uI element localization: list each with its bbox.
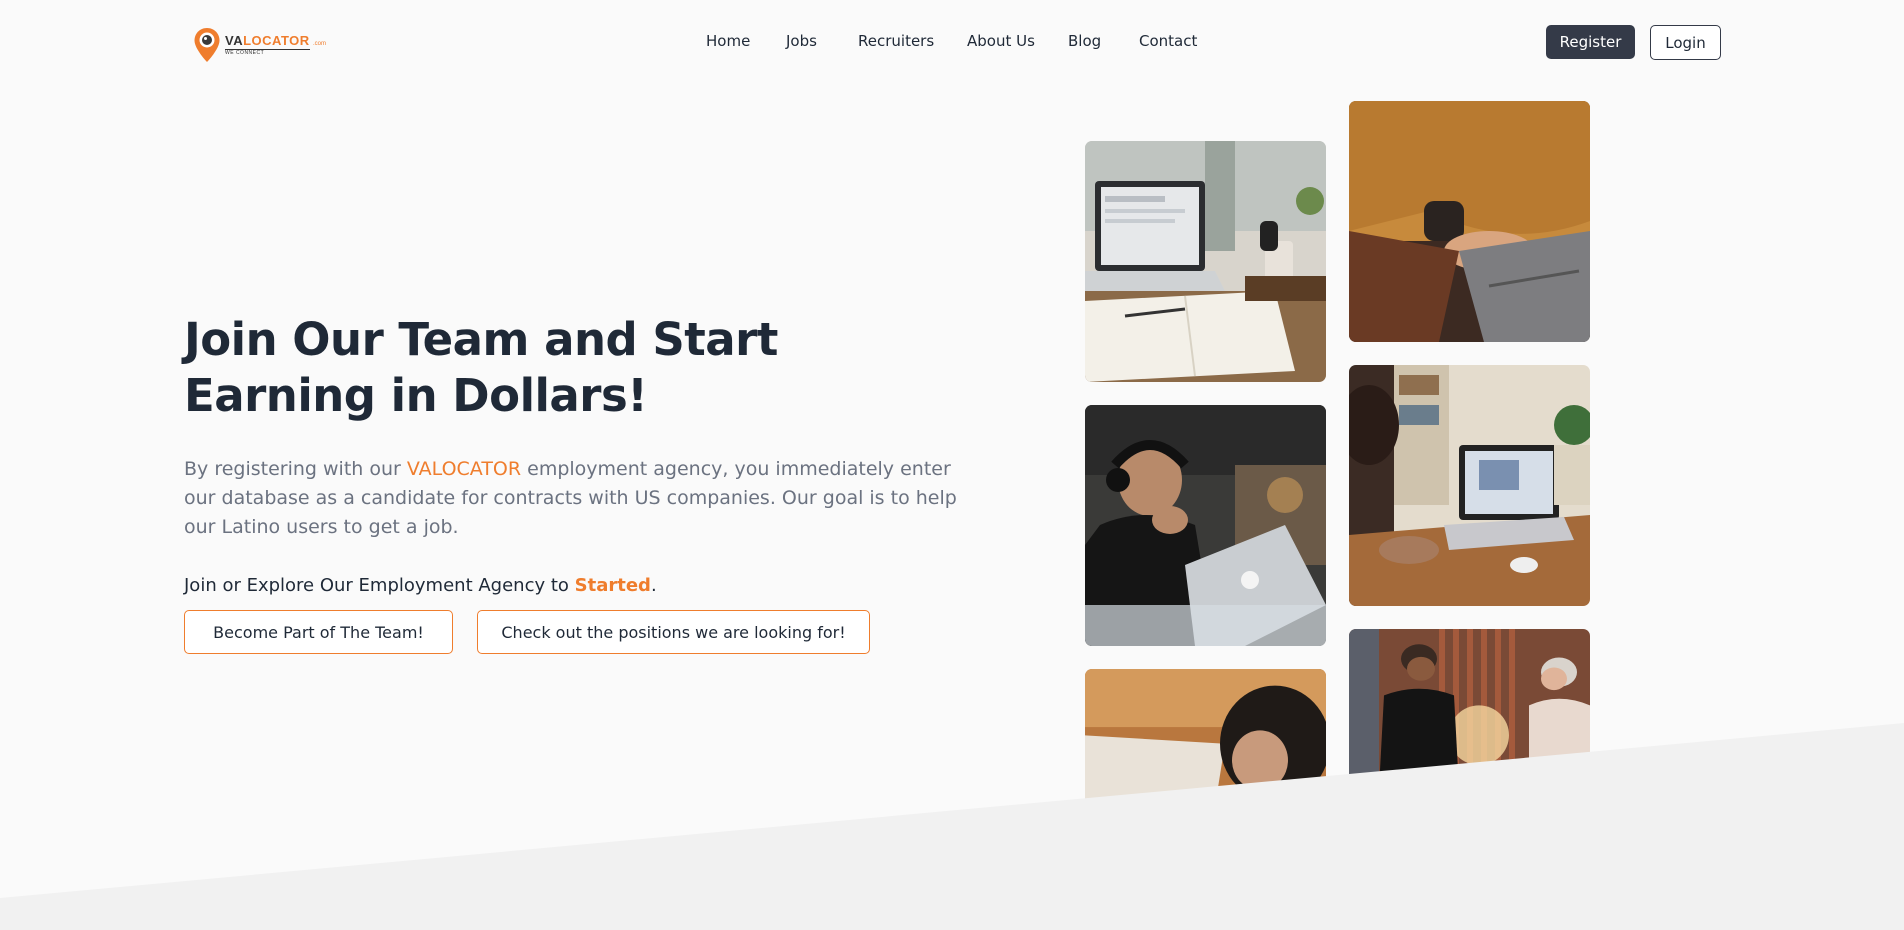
check-positions-button[interactable]: Check out the positions we are looking f…: [477, 610, 870, 654]
hero-join-text: Join or Explore Our Employment Agency to…: [184, 575, 884, 596]
photo-laptop-notebook: [1085, 141, 1326, 382]
hero-join-after: .: [650, 575, 657, 596]
photo-two-women-office: [1349, 629, 1590, 789]
photo-man-headphones-laptop: [1085, 405, 1326, 646]
nav-home[interactable]: Home: [706, 32, 750, 50]
photo-women-laptop-table: [1349, 365, 1590, 606]
nav-recruiters[interactable]: Recruiters: [858, 32, 934, 50]
hero-join-accent: Started: [574, 575, 651, 596]
site-header: VALOCATOR WE CONNECT .com Home Jobs Recr…: [0, 0, 1904, 84]
nav-about-us[interactable]: About Us: [967, 32, 1035, 50]
become-part-of-team-button[interactable]: Become Part of The Team!: [184, 610, 453, 654]
nav-jobs[interactable]: Jobs: [786, 32, 817, 50]
photo-hands-typing-laptop: [1349, 101, 1590, 342]
nav-blog[interactable]: Blog: [1068, 32, 1101, 50]
hero-title: Join Our Team and Start Earning in Dolla…: [184, 313, 778, 422]
photo-woman-desk: [1085, 669, 1326, 869]
hero-description: By registering with our VALOCATOR employ…: [184, 455, 964, 542]
hero-join-before: Join or Explore Our Employment Agency to: [184, 575, 575, 596]
login-button[interactable]: Login: [1650, 25, 1721, 60]
hero-desc-brand: VALOCATOR: [406, 458, 522, 480]
hero-desc-before: By registering with our: [184, 458, 407, 480]
register-button[interactable]: Register: [1546, 25, 1635, 59]
nav-contact[interactable]: Contact: [1139, 32, 1197, 50]
